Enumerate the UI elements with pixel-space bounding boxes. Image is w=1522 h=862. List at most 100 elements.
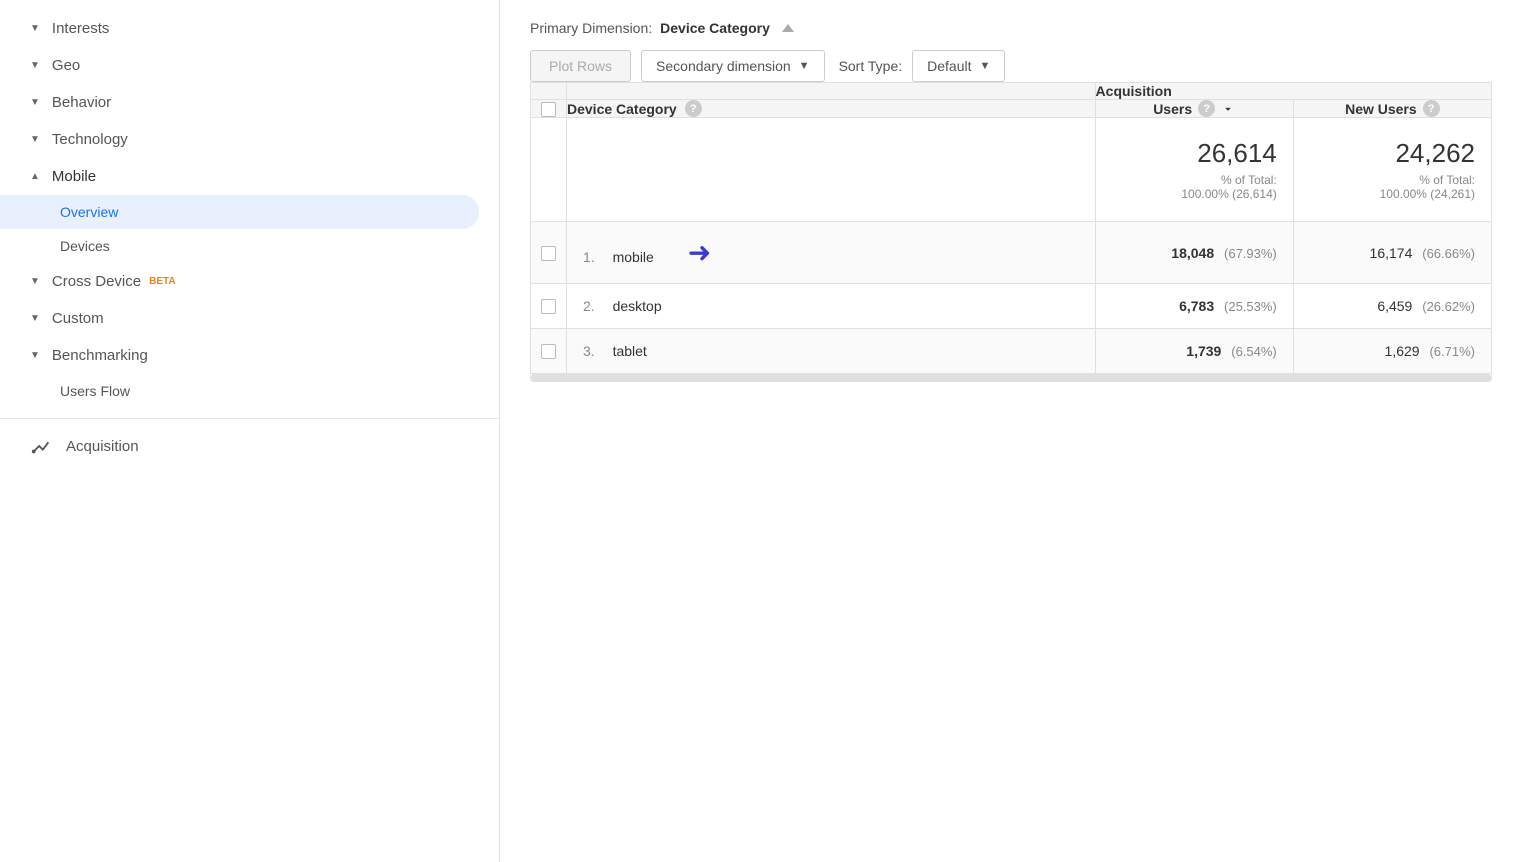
sidebar-item-label: Cross Device (52, 273, 141, 290)
row-number: 2. (583, 298, 595, 314)
new-users-pct: (66.66%) (1422, 246, 1475, 261)
sort-default-label: Default (927, 58, 971, 74)
row-checkbox[interactable] (541, 299, 556, 314)
beta-badge: BETA (149, 276, 175, 287)
row-number: 1. (583, 249, 595, 265)
sort-down-icon[interactable] (1221, 102, 1235, 116)
users-label: Users (1153, 101, 1192, 117)
users-value: 6,783 (1179, 298, 1214, 314)
row-checkbox[interactable] (541, 344, 556, 359)
sidebar-item-behavior[interactable]: ▼ Behavior (0, 84, 499, 121)
plot-rows-button[interactable]: Plot Rows (530, 50, 631, 82)
table-row: 2. desktop 6,783 (25.53%) 6,459 (26.62%) (531, 284, 1492, 329)
row-checkbox[interactable] (541, 246, 556, 261)
table-subheader-row: Device Category ? Users ? New U (531, 100, 1492, 118)
totals-new-users-pct: % of Total: 100.00% (24,261) (1310, 173, 1475, 201)
chevron-down-icon: ▼ (30, 97, 40, 108)
primary-dimension-bar: Primary Dimension: Device Category (530, 20, 1492, 36)
sidebar-child-label: Overview (60, 204, 118, 220)
device-value: tablet (613, 343, 647, 359)
secondary-dim-label: Secondary dimension (656, 58, 791, 74)
new-users-cell: 16,174 (66.66%) (1293, 222, 1491, 284)
sidebar-item-acquisition[interactable]: Acquisition (0, 418, 499, 473)
sidebar-item-cross-device[interactable]: ▼ Cross Device BETA (0, 263, 499, 300)
select-all-checkbox[interactable] (541, 102, 556, 117)
users-value: 18,048 (1171, 245, 1214, 261)
sidebar: ▼ Interests ▼ Geo ▼ Behavior ▼ Technolog… (0, 0, 500, 862)
chevron-up-icon: ▲ (30, 171, 40, 182)
totals-users-value: 26,614 (1112, 138, 1277, 169)
users-help-icon[interactable]: ? (1198, 100, 1215, 117)
sort-type-label: Sort Type: (839, 58, 903, 74)
users-pct: (6.54%) (1231, 344, 1277, 359)
primary-dim-value: Device Category (660, 20, 770, 36)
sidebar-child-label: Users Flow (60, 383, 130, 399)
sort-default-dropdown[interactable]: Default ▼ (912, 50, 1005, 82)
sidebar-item-label: Acquisition (66, 438, 139, 455)
table-row: 3. tablet 1,739 (6.54%) 1,629 (6.71%) (531, 329, 1492, 374)
sidebar-item-interests[interactable]: ▼ Interests (0, 10, 499, 47)
totals-users-pct: % of Total: 100.00% (26,614) (1112, 173, 1277, 201)
users-pct: (67.93%) (1224, 246, 1277, 261)
new-users-cell: 6,459 (26.62%) (1293, 284, 1491, 329)
primary-dim-label: Primary Dimension: (530, 20, 652, 36)
sidebar-item-label: Benchmarking (52, 347, 148, 364)
users-value: 1,739 (1186, 343, 1221, 359)
new-users-cell: 1,629 (6.71%) (1293, 329, 1491, 374)
users-cell: 6,783 (25.53%) (1095, 284, 1293, 329)
chevron-down-icon: ▼ (799, 60, 810, 72)
sidebar-item-label: Behavior (52, 94, 111, 111)
sidebar-item-custom[interactable]: ▼ Custom (0, 300, 499, 337)
secondary-dimension-dropdown[interactable]: Secondary dimension ▼ (641, 50, 825, 82)
table-scrollbar[interactable] (530, 374, 1492, 382)
row-checkbox-cell[interactable] (531, 284, 567, 329)
device-value: mobile (613, 249, 654, 265)
totals-row: 26,614 % of Total: 100.00% (26,614) 24,2… (531, 118, 1492, 222)
new-users-value: 16,174 (1370, 245, 1413, 261)
sidebar-item-benchmarking[interactable]: ▼ Benchmarking (0, 337, 499, 374)
chevron-down-icon: ▼ (30, 350, 40, 361)
totals-new-users-value: 24,262 (1310, 138, 1475, 169)
chevron-down-icon: ▼ (979, 60, 990, 72)
row-checkbox-cell[interactable] (531, 222, 567, 284)
device-cell: 3. tablet (567, 329, 1096, 374)
toolbar: Plot Rows Secondary dimension ▼ Sort Typ… (530, 50, 1492, 82)
sidebar-item-label: Technology (52, 131, 128, 148)
chevron-down-icon: ▼ (30, 134, 40, 145)
users-cell: 18,048 (67.93%) (1095, 222, 1293, 284)
sidebar-item-mobile[interactable]: ▲ Mobile (0, 158, 499, 195)
users-pct: (25.53%) (1224, 299, 1277, 314)
chevron-down-icon: ▼ (30, 276, 40, 287)
sidebar-item-geo[interactable]: ▼ Geo (0, 47, 499, 84)
device-cat-help-icon[interactable]: ? (685, 100, 702, 117)
sidebar-item-label: Geo (52, 57, 80, 74)
row-checkbox-cell[interactable] (531, 329, 567, 374)
table-row: 1. mobile ➜ 18,048 (67.93%) 16,174 (66.6… (531, 222, 1492, 284)
sidebar-item-label: Interests (52, 20, 110, 37)
sidebar-child-users-flow[interactable]: Users Flow (0, 374, 499, 408)
device-cell: 1. mobile ➜ (567, 222, 1096, 284)
new-users-pct: (26.62%) (1422, 299, 1475, 314)
chevron-down-icon: ▼ (30, 313, 40, 324)
row-number: 3. (583, 343, 595, 359)
acquisition-header: Acquisition (1095, 83, 1491, 100)
chevron-down-icon: ▼ (30, 60, 40, 71)
sidebar-child-devices[interactable]: Devices (0, 229, 499, 263)
sidebar-child-overview[interactable]: Overview (0, 195, 479, 229)
device-cat-label: Device Category (567, 101, 677, 117)
device-category-header: Device Category ? (567, 100, 1096, 118)
sidebar-item-label: Mobile (52, 168, 96, 185)
new-users-help-icon[interactable]: ? (1423, 100, 1440, 117)
table-header-group-row: Acquisition (531, 83, 1492, 100)
new-users-label: New Users (1345, 101, 1417, 117)
sidebar-item-technology[interactable]: ▼ Technology (0, 121, 499, 158)
users-cell: 1,739 (6.54%) (1095, 329, 1293, 374)
users-header: Users ? (1095, 100, 1293, 118)
device-cell: 2. desktop (567, 284, 1096, 329)
data-table: Acquisition Device Category ? Users ? (530, 82, 1492, 374)
new-users-pct: (6.71%) (1429, 344, 1475, 359)
new-users-value: 6,459 (1377, 298, 1412, 314)
device-value: desktop (613, 298, 662, 314)
new-users-value: 1,629 (1385, 343, 1420, 359)
chevron-up-icon[interactable] (782, 24, 794, 32)
